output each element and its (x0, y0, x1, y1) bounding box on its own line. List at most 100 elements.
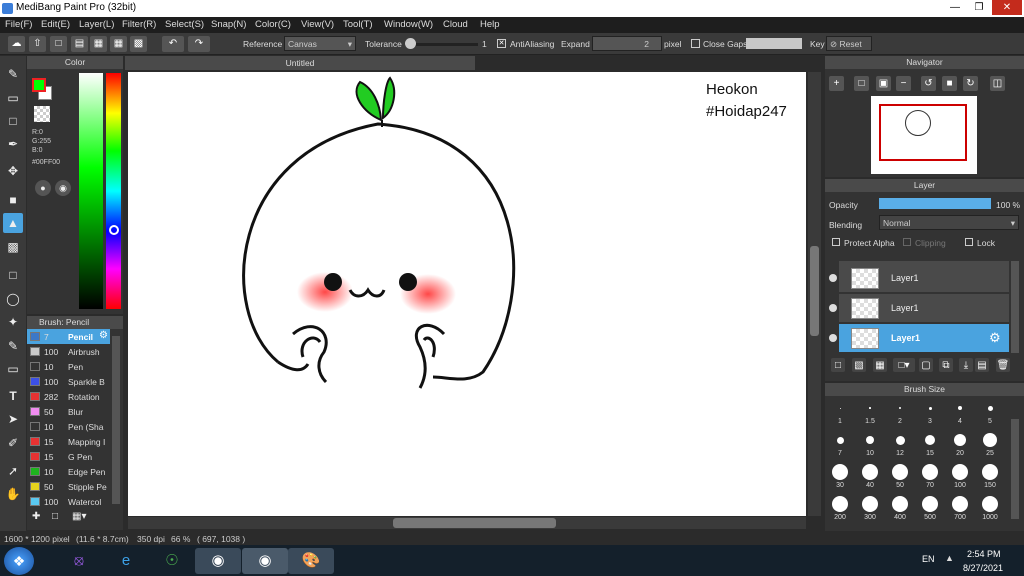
eye-icon[interactable] (829, 304, 837, 312)
lock-checkbox[interactable] (965, 238, 973, 246)
reference-select[interactable]: Canvas ▾ (284, 36, 356, 51)
reset-view-icon[interactable]: ■ (942, 76, 957, 91)
select-pen-icon[interactable]: ✎ (3, 336, 23, 356)
operation-tool-icon[interactable]: ➤ (3, 409, 23, 429)
protect-alpha-checkbox[interactable] (832, 238, 840, 246)
navigator-preview[interactable] (871, 96, 977, 174)
rotate-left-icon[interactable]: ↺ (921, 76, 936, 91)
brush-size-dot[interactable] (899, 407, 901, 409)
brush-size-dot[interactable] (832, 496, 848, 512)
new-layer-icon[interactable]: □ (831, 358, 845, 372)
clock-date[interactable]: 8/27/2021 (963, 563, 1003, 573)
cloud-icon[interactable]: ☁ (8, 36, 25, 52)
eye-icon[interactable] (829, 274, 837, 282)
zoom-in-icon[interactable]: + (829, 76, 844, 91)
menu-layer[interactable]: Layer(L) (79, 19, 114, 30)
close-gaps-checkbox[interactable] (691, 39, 700, 48)
brush-size-dot[interactable] (925, 435, 935, 445)
dot-tool-icon[interactable]: □ (3, 111, 23, 131)
add-layer-menu-icon[interactable]: □▾ (893, 358, 915, 372)
grid-icon[interactable]: ▦ (110, 36, 127, 52)
brush-size-scrollbar[interactable] (1011, 419, 1019, 519)
canvas-vertical-scrollbar[interactable] (808, 72, 821, 516)
menu-select[interactable]: Select(S) (165, 19, 204, 30)
close-gaps-slider[interactable] (746, 38, 802, 49)
gear-icon[interactable]: ⚙ (99, 330, 108, 341)
medibang-icon[interactable]: ◉ (242, 548, 288, 574)
vertical-scroll-thumb[interactable] (810, 246, 819, 336)
brush-size-dot[interactable] (862, 464, 878, 480)
gear-icon[interactable]: ⚙ (989, 330, 1001, 346)
brush-size-dot[interactable] (983, 433, 997, 447)
frame-icon[interactable]: ▩ (130, 36, 147, 52)
app-icon[interactable]: ☉ (149, 548, 195, 574)
internet-explorer-icon[interactable]: e (103, 548, 149, 574)
brush-item[interactable]: 50 Stipple Pe (27, 479, 110, 494)
brush-size-dot[interactable] (952, 464, 968, 480)
layer-row[interactable]: Layer1 (839, 294, 1009, 323)
blending-select[interactable]: Normal ▾ (879, 215, 1019, 230)
brush-item[interactable]: 15 Mapping I (27, 434, 110, 449)
layer-settings-icon[interactable]: ▤ (975, 358, 989, 372)
paint-icon[interactable]: 🎨 (288, 548, 334, 574)
comment-icon[interactable]: □ (50, 36, 67, 52)
start-button[interactable]: ❖ (4, 547, 34, 575)
menu-cloud[interactable]: Cloud (443, 19, 468, 30)
saturation-value-field[interactable] (79, 73, 103, 309)
brush-item[interactable]: 100 Watercol (27, 494, 110, 509)
magic-wand-icon[interactable]: ✦ (3, 312, 23, 332)
brush-size-dot[interactable] (892, 464, 908, 480)
expand-input[interactable]: 2 (592, 36, 662, 51)
menu-filter[interactable]: Filter(R) (122, 19, 156, 30)
menu-edit[interactable]: Edit(E) (41, 19, 70, 30)
brush-list-scrollbar[interactable] (112, 336, 120, 504)
new-8bit-layer-icon[interactable]: ▦ (873, 358, 887, 372)
merge-down-icon[interactable]: ⤓ (959, 358, 973, 372)
brush-size-dot[interactable] (958, 406, 962, 410)
select-eraser-icon[interactable]: ▭ (3, 359, 23, 379)
new-halftone-layer-icon[interactable]: ▧ (852, 358, 866, 372)
document-tab[interactable]: Untitled (125, 56, 475, 70)
brush-size-dot[interactable] (987, 405, 993, 411)
menu-snap[interactable]: Snap(N) (211, 19, 246, 30)
lasso-select-icon[interactable]: ◯ (3, 289, 23, 309)
hue-slider[interactable] (106, 73, 121, 309)
rotate-right-icon[interactable]: ↻ (963, 76, 978, 91)
zoom-out-icon[interactable]: − (896, 76, 911, 91)
layer-row-selected[interactable]: Layer1 ⚙ (839, 324, 1009, 353)
redo-icon[interactable]: ↷ (188, 36, 210, 52)
brush-size-dot[interactable] (982, 464, 998, 480)
canvas-horizontal-scrollbar[interactable] (128, 517, 806, 529)
undo-icon[interactable]: ↶ (162, 36, 184, 52)
opacity-slider[interactable] (879, 198, 991, 209)
layer-row[interactable]: Layer1 (839, 264, 1009, 293)
brush-size-dot[interactable] (922, 464, 938, 480)
restore-button[interactable]: ❐ (968, 0, 990, 15)
layer-list-scrollbar[interactable] (1011, 261, 1019, 353)
bucket-tool-icon[interactable]: ▲ (3, 213, 23, 233)
hue-slider-handle[interactable] (109, 225, 119, 235)
brush-item-selected[interactable]: 7 Pencil ⚙ (27, 329, 110, 344)
menu-file[interactable]: File(F) (5, 19, 32, 30)
transform-icon[interactable]: ➚ (3, 461, 23, 481)
color-palette-icon[interactable]: ● (35, 180, 51, 196)
chrome-icon[interactable]: ◉ (195, 548, 241, 574)
brush-size-dot[interactable] (836, 436, 844, 444)
brush-item[interactable]: 100 Sparkle B (27, 374, 110, 389)
move-tool-icon[interactable]: ✥ (3, 161, 23, 181)
brush-item[interactable]: 100 Airbrush (27, 344, 110, 359)
eyedropper-icon[interactable]: ✐ (3, 433, 23, 453)
brush-tool-icon[interactable]: ✎ (3, 64, 23, 84)
brush-size-dot[interactable] (869, 407, 871, 409)
gradient-tool-icon[interactable]: ▩ (3, 237, 23, 257)
pen-tool-icon[interactable]: ✒ (3, 134, 23, 154)
flip-icon[interactable]: ◫ (990, 76, 1005, 91)
brush-size-dot[interactable] (922, 496, 938, 512)
rect-select-icon[interactable]: □ (3, 265, 23, 285)
eraser-tool-icon[interactable]: ▭ (3, 88, 23, 108)
new-document-icon[interactable]: ▤ (71, 36, 88, 52)
duplicate-layer-icon[interactable]: ⧉ (939, 358, 953, 372)
folder-icon[interactable]: ▢ (919, 358, 933, 372)
horizontal-scroll-thumb[interactable] (393, 518, 556, 528)
fit-window-icon[interactable]: ▣ (876, 76, 891, 91)
